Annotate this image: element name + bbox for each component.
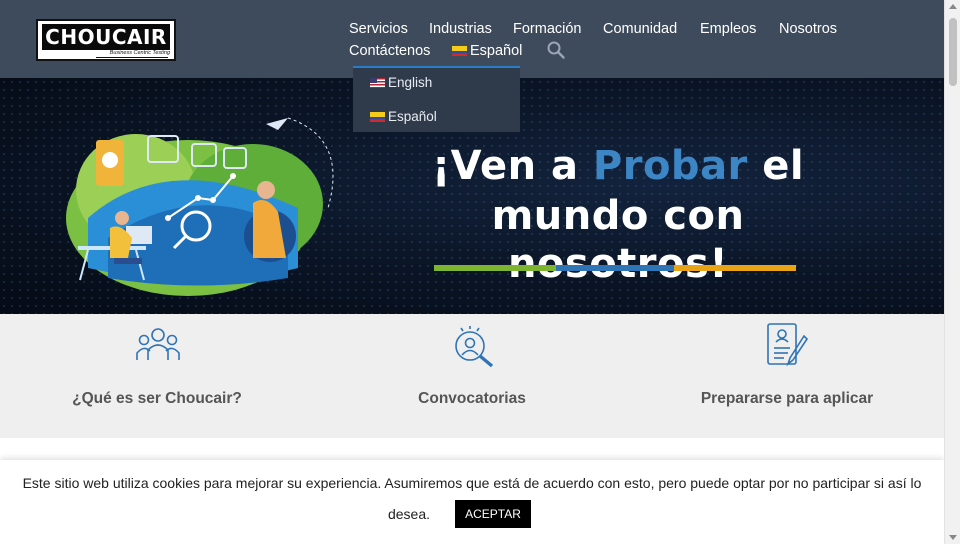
search-user-icon[interactable] [450, 324, 496, 368]
nav-comunidad[interactable]: Comunidad [603, 20, 677, 38]
scroll-up-arrow-icon[interactable] [949, 4, 957, 9]
feature-prepararse-para-aplicar[interactable]: Prepararse para aplicar [637, 390, 937, 408]
logo-tagline: Business Centric Testing [109, 50, 170, 56]
cookie-accept-button[interactable]: ACEPTAR [455, 500, 531, 528]
cookie-notice: Este sitio web utiliza cookies para mejo… [0, 460, 944, 544]
language-switcher-label: Español [470, 43, 523, 59]
colombia-flag-icon [452, 46, 467, 56]
search-icon[interactable] [546, 40, 566, 60]
hero-accent-bar-blue [556, 265, 674, 271]
nav-nosotros[interactable]: Nosotros [779, 20, 837, 38]
feature-convocatorias[interactable]: Convocatorias [322, 390, 622, 408]
dropdown-item-espanol[interactable]: Español [370, 109, 437, 124]
cookie-notice-text-line-1: Este sitio web utiliza cookies para mejo… [22, 475, 922, 491]
nav-contactenos[interactable]: Contáctenos [349, 42, 430, 60]
feature-que-es-ser-choucair[interactable]: ¿Qué es ser Choucair? [7, 390, 307, 408]
features-section: ¿Qué es ser Choucair? Convocatorias Prep… [0, 314, 944, 438]
hero-accent-bar-orange [674, 265, 796, 271]
nav-empleos[interactable]: Empleos [700, 20, 756, 38]
scroll-down-arrow-icon[interactable] [949, 535, 957, 540]
hero-accent-bar-green [434, 265, 556, 271]
cookie-notice-text-line-2: desea. [387, 506, 431, 522]
language-switcher[interactable]: Español [452, 42, 522, 60]
us-flag-icon [370, 78, 385, 88]
dropdown-item-english-label: English [388, 75, 433, 90]
dropdown-item-espanol-label: Español [388, 109, 437, 124]
hero-illustration [66, 117, 334, 296]
nav-formacion[interactable]: Formación [513, 20, 582, 38]
logo-wordmark-box: CHOUCAIR [42, 24, 170, 50]
choucair-logo[interactable]: CHOUCAIR Business Centric Testing [36, 19, 176, 61]
logo-wordmark: CHOUCAIR [45, 25, 167, 49]
logo-divider [96, 57, 168, 58]
nav-industrias[interactable]: Industrias [429, 20, 492, 38]
hero-headline-accent: Probar [592, 143, 748, 189]
nav-servicios[interactable]: Servicios [349, 20, 408, 38]
hero-headline-pre: ¡Ven a [431, 143, 593, 189]
dropdown-item-english[interactable]: English [370, 75, 432, 90]
resume-document-icon[interactable] [766, 322, 808, 368]
hero-headline-line-2: mundo con nosotros! [491, 193, 745, 287]
language-dropdown: English Español [353, 66, 520, 132]
colombia-flag-icon [370, 112, 385, 122]
hero-headline-line-1: ¡Ven a Probar el [378, 142, 858, 190]
hero-headline-post: el [747, 143, 805, 189]
scrollbar-thumb[interactable] [949, 18, 957, 86]
page-scrollbar[interactable] [944, 0, 960, 544]
team-icon[interactable] [136, 326, 180, 362]
